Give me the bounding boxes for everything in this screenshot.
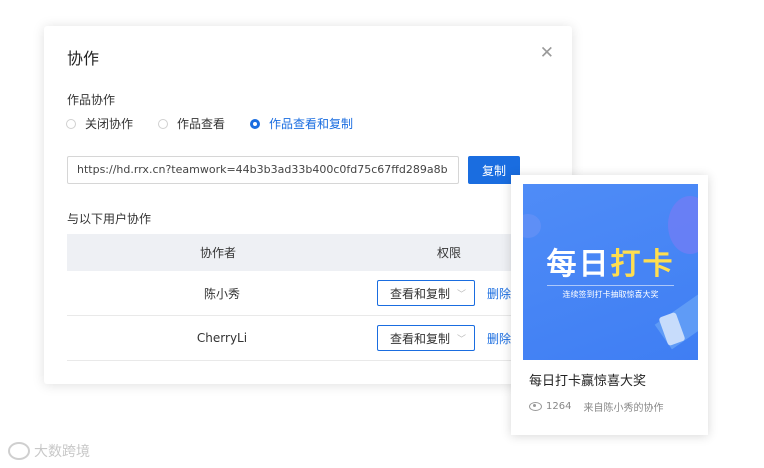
- collaborators-table: 协作者 权限 陈小秀 查看和复制 ﹀ 删除 CherryLi 查看和复制 ﹀ 删…: [67, 234, 557, 361]
- radio-dot-icon: [158, 118, 169, 129]
- watermark-logo-icon: [8, 442, 30, 460]
- radio-dot-icon: [66, 118, 76, 129]
- banner-title-part1: 每日: [546, 247, 611, 282]
- chevron-down-icon: ﹀: [457, 334, 467, 345]
- dialog-title: 协作: [67, 49, 100, 68]
- collaboration-dialog: 协作 ✕ 作品协作 关闭协作 作品查看 作品查看和复制 https://hd.r…: [44, 26, 572, 384]
- banner-title-part2: 打卡: [610, 247, 675, 282]
- card-meta: 1264 来自陈小秀的协作: [529, 399, 663, 414]
- radio-close-collaboration[interactable]: 关闭协作: [66, 115, 133, 132]
- banner-divider: [547, 285, 674, 286]
- delete-link[interactable]: 删除: [487, 285, 511, 302]
- permission-select[interactable]: 查看和复制 ﹀: [377, 325, 475, 351]
- delete-link[interactable]: 删除: [487, 330, 511, 347]
- radio-label: 作品查看: [177, 117, 226, 131]
- view-count: 1264: [546, 401, 572, 412]
- radio-view-and-copy[interactable]: 作品查看和复制: [250, 115, 353, 132]
- banner-title: 每日打卡: [523, 239, 698, 283]
- permission-select[interactable]: 查看和复制 ﹀: [377, 280, 475, 306]
- table-row: 陈小秀 查看和复制 ﹀ 删除: [67, 271, 557, 316]
- table-row: CherryLi 查看和复制 ﹀ 删除: [67, 316, 557, 361]
- card-source: 来自陈小秀的协作: [583, 403, 664, 414]
- radio-selected-dot-icon: [250, 118, 261, 129]
- collaborator-name: CherryLi: [196, 331, 248, 345]
- card-title: 每日打卡赢惊喜大奖: [529, 374, 647, 389]
- table-header: 协作者 权限: [67, 234, 557, 271]
- collaborator-name: 陈小秀: [203, 286, 240, 301]
- card-banner-image: 每日打卡 连续签到打卡抽取惊喜大奖: [523, 184, 698, 360]
- permission-section-label: 作品协作: [67, 93, 116, 107]
- header-permission: 权限: [436, 246, 461, 260]
- header-collaborator: 协作者: [199, 246, 236, 260]
- share-link-input[interactable]: https://hd.rrx.cn?teamwork=44b3b3ad33b40…: [67, 156, 459, 184]
- close-icon[interactable]: ✕: [540, 44, 554, 62]
- collaboration-radio-group: 关闭协作 作品查看 作品查看和复制: [66, 115, 378, 132]
- radio-label: 关闭协作: [85, 117, 134, 131]
- watermark: 大数跨境: [8, 441, 90, 461]
- eye-icon: [529, 402, 542, 411]
- permission-value: 查看和复制: [390, 331, 451, 346]
- decor-shape: [523, 214, 541, 238]
- radio-label: 作品查看和复制: [269, 117, 354, 131]
- users-section-label: 与以下用户协作: [67, 212, 152, 226]
- radio-view-only[interactable]: 作品查看: [158, 115, 225, 132]
- watermark-text: 大数跨境: [34, 444, 90, 460]
- banner-subtitle: 连续签到打卡抽取惊喜大奖: [562, 290, 659, 299]
- chevron-down-icon: ﹀: [457, 289, 467, 300]
- permission-value: 查看和复制: [390, 286, 451, 301]
- work-preview-card[interactable]: 每日打卡 连续签到打卡抽取惊喜大奖 每日打卡赢惊喜大奖 1264 来自陈小秀的协…: [511, 175, 708, 435]
